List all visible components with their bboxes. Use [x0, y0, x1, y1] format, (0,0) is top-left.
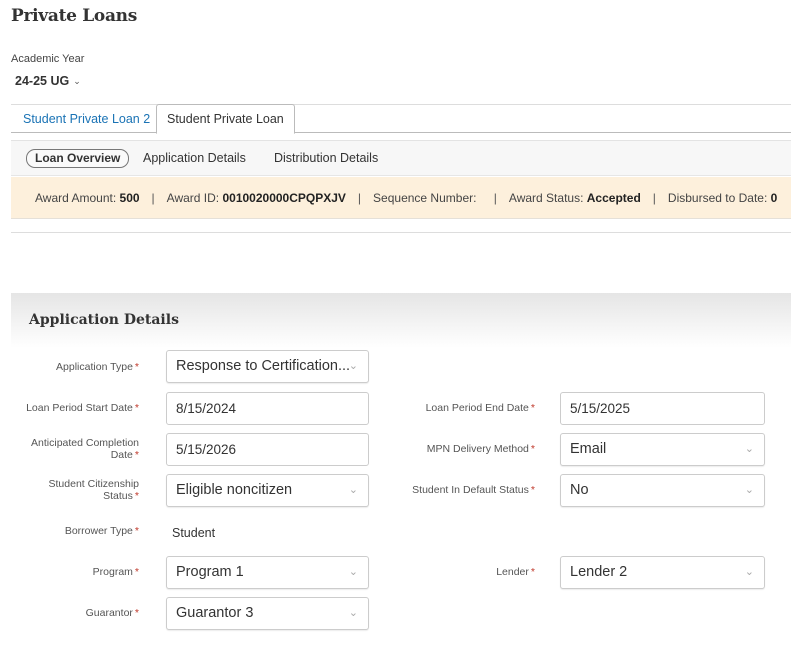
separator: | — [652, 190, 656, 205]
chevron-down-icon: ⌄ — [73, 75, 81, 86]
page-title: Private Loans — [11, 6, 138, 26]
application-type-select[interactable]: Response to Certification... ⌄ — [166, 350, 369, 383]
citizenship-label: Student Citizenship Status * — [48, 478, 139, 502]
subnav-application-details[interactable]: Application Details — [143, 151, 246, 165]
guarantor-select[interactable]: Guarantor 3 ⌄ — [166, 597, 369, 630]
loan-period-start-label: Loan Period Start Date * — [26, 402, 139, 414]
program-label: Program * — [92, 566, 139, 578]
tab-student-private-loan-2[interactable]: Student Private Loan 2 — [13, 105, 160, 133]
award-summary-bar: Award Amount: 500 | Award ID: 0010020000… — [11, 177, 791, 219]
disbursed-value: 0 — [770, 190, 778, 205]
subnav-distribution-details[interactable]: Distribution Details — [274, 151, 378, 165]
mpn-delivery-label: MPN Delivery Method * — [426, 443, 535, 455]
loan-period-start-input[interactable]: 8/15/2024 — [166, 392, 369, 425]
chevron-down-icon: ⌄ — [348, 484, 358, 496]
borrower-type-value: Student — [172, 526, 216, 540]
loan-tabs: Student Private Loan 2 Student Private L… — [11, 104, 791, 134]
default-status-select[interactable]: No ⌄ — [560, 474, 765, 507]
chevron-down-icon: ⌄ — [348, 360, 358, 372]
anticipated-completion-label: Anticipated Completion Date * — [31, 437, 139, 461]
loan-period-end-input[interactable]: 5/15/2025 — [560, 392, 765, 425]
disbursed-label: Disbursed to Date: — [667, 190, 768, 205]
award-id-label: Award ID: — [166, 190, 220, 205]
lender-label: Lender * — [496, 566, 535, 578]
subnav-loan-overview[interactable]: Loan Overview — [26, 149, 130, 168]
borrower-type-label: Borrower Type * — [64, 525, 139, 537]
chevron-down-icon: ⌄ — [744, 566, 754, 578]
chevron-down-icon: ⌄ — [348, 607, 358, 619]
mpn-delivery-select[interactable]: Email ⌄ — [560, 433, 765, 466]
award-status-value: Accepted — [586, 190, 641, 205]
chevron-down-icon: ⌄ — [744, 484, 754, 496]
tab-student-private-loan[interactable]: Student Private Loan — [156, 104, 295, 134]
application-type-label: Application Type * — [56, 361, 139, 373]
default-status-label: Student In Default Status * — [412, 484, 535, 496]
application-details-section: Application Details Application Type * Re… — [11, 293, 791, 645]
academic-year-value: 24-25 UG — [15, 74, 70, 88]
academic-year-select[interactable]: 24-25 UG ⌄ — [15, 74, 81, 88]
chevron-down-icon: ⌄ — [348, 566, 358, 578]
separator: | — [151, 190, 155, 205]
award-status-label: Award Status: — [508, 190, 584, 205]
chevron-down-icon: ⌄ — [744, 443, 754, 455]
separator: | — [493, 190, 497, 205]
separator: | — [357, 190, 362, 205]
sequence-number-label: Sequence Number: — [373, 190, 477, 205]
academic-year-label: Academic Year — [11, 53, 85, 65]
lender-select[interactable]: Lender 2 ⌄ — [560, 556, 765, 589]
award-id-value: 0010020000CPQPXJV — [222, 190, 346, 205]
guarantor-label: Guarantor * — [85, 607, 139, 619]
award-amount-value: 500 — [119, 190, 140, 205]
program-select[interactable]: Program 1 ⌄ — [166, 556, 369, 589]
divider — [11, 232, 791, 233]
anticipated-completion-input[interactable]: 5/15/2026 — [166, 433, 369, 466]
section-title: Application Details — [29, 312, 179, 328]
citizenship-select[interactable]: Eligible noncitizen ⌄ — [166, 474, 369, 507]
subnav: Loan Overview Application Details Distri… — [11, 140, 791, 176]
loan-period-end-label: Loan Period End Date * — [425, 402, 535, 414]
award-amount-label: Award Amount: — [35, 190, 117, 205]
